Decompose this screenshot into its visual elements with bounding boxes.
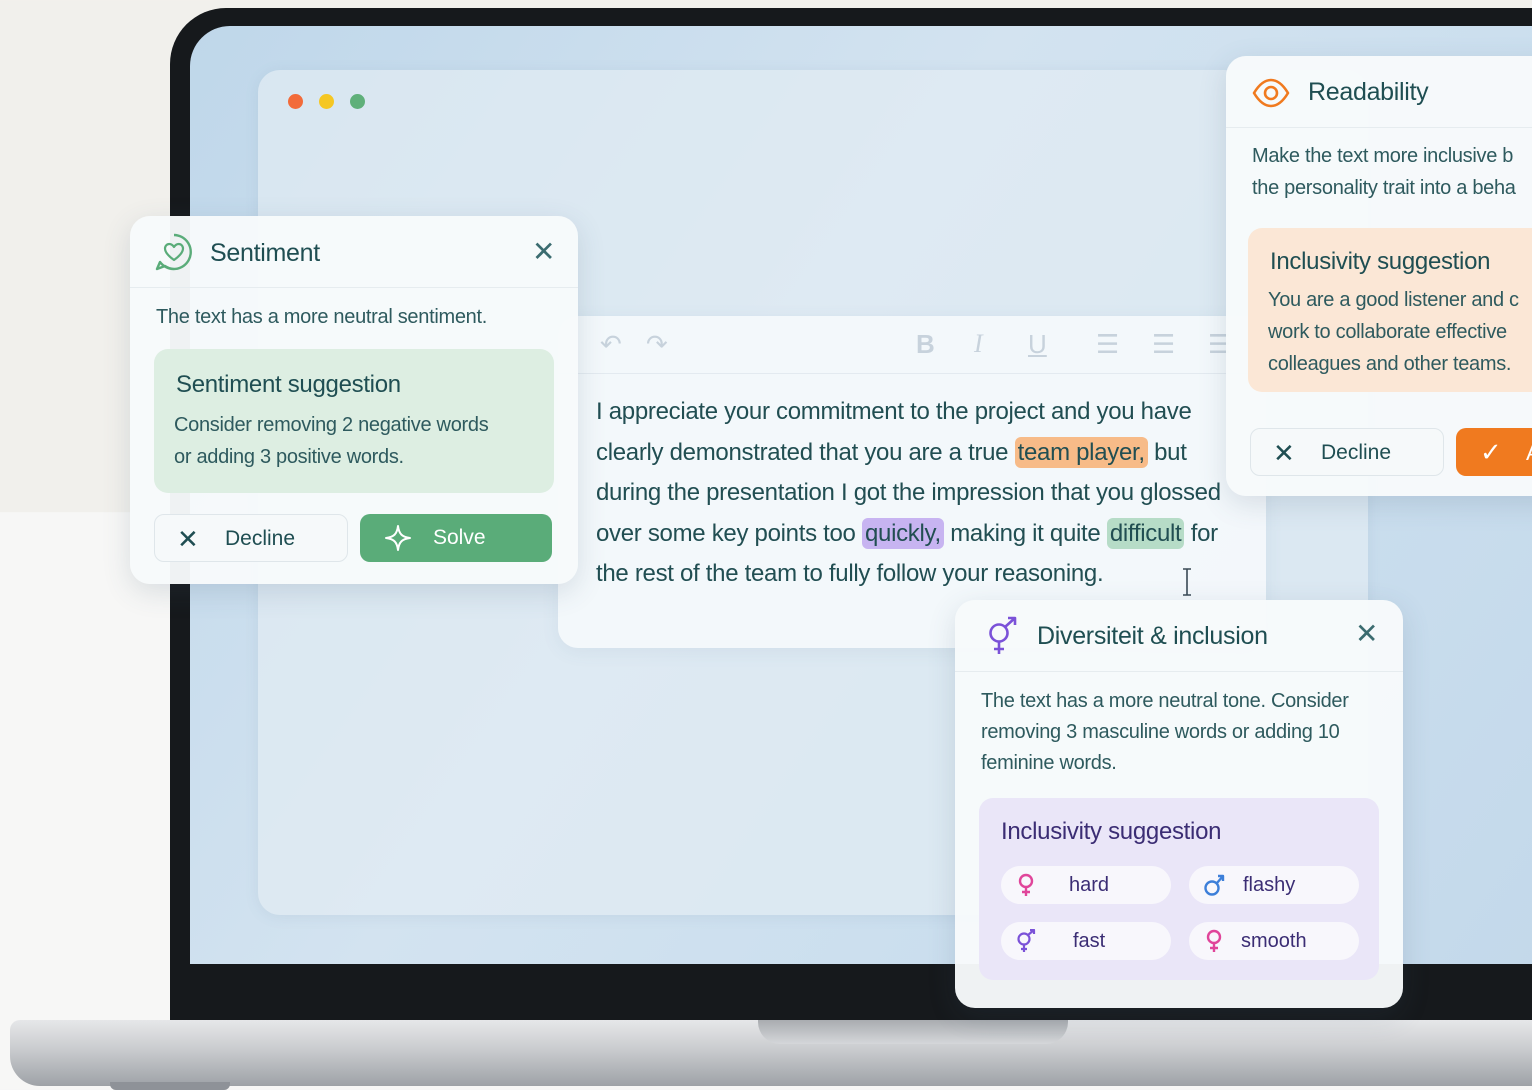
readability-suggestion-line: colleagues and other teams. [1268,353,1512,375]
sentiment-suggestion-line: or adding 3 positive words. [174,446,404,468]
text-cursor-icon [1183,568,1191,596]
sentiment-panel: Sentiment ✕ The text has a more neutral … [130,216,578,584]
laptop-foot [110,1082,230,1090]
align-center-icon[interactable]: ☰ [1152,328,1175,360]
word-chip[interactable]: hard [1001,866,1171,904]
female-icon [1206,929,1222,952]
accept-label: A [1526,440,1532,466]
diversity-suggestion-box: Inclusivity suggestion hard flashy fast [979,798,1379,980]
male-icon [1204,874,1225,896]
highlight-quickly[interactable]: quickly, [861,517,944,549]
decline-label: Decline [1321,441,1392,464]
readability-panel: Readability Make the text more inclusive… [1226,56,1532,496]
diversity-description: The text has a more neutral tone. Consid… [981,690,1349,774]
solve-label: Solve [433,526,486,549]
word-chip[interactable]: smooth [1189,922,1359,960]
check-icon: ✓ [1480,437,1502,467]
window-close-button[interactable] [288,94,303,109]
window-maximize-button[interactable] [350,94,365,109]
sparkle-icon [385,525,411,551]
chip-label: hard [1069,874,1110,896]
laptop-notch [758,1020,1068,1044]
female-icon [1018,873,1034,896]
close-icon: ✕ [1273,438,1295,468]
underline-button[interactable]: U [1028,328,1047,360]
readability-suggestion-box: Inclusivity suggestion You are a good li… [1248,228,1532,392]
readability-description-line: Make the text more inclusive b [1252,145,1514,167]
readability-decline-button[interactable]: ✕ Decline [1250,428,1444,476]
diversity-header: Diversiteit & inclusion ✕ [955,600,1403,672]
diversity-suggestion-title: Inclusivity suggestion [1001,818,1222,845]
highlight-difficult[interactable]: difficult [1106,517,1185,549]
gender-neutral-icon [989,616,1017,654]
readability-description: Make the text more inclusive b the perso… [1252,140,1516,204]
align-left-icon[interactable]: ☰ [1096,328,1119,360]
decline-label: Decline [225,527,296,550]
window-controls [288,94,365,109]
chip-label: flashy [1243,874,1296,896]
editor-content[interactable]: I appreciate your commitment to the proj… [596,392,1256,595]
text-segment: making it quite [943,519,1107,547]
sentiment-solve-button[interactable]: Solve [360,514,552,562]
diversity-close-icon[interactable]: ✕ [1355,620,1378,648]
gender-neutral-icon [1017,929,1036,952]
readability-suggestion-title: Inclusivity suggestion [1270,248,1491,275]
chip-label: smooth [1241,930,1307,952]
sentiment-suggestion-body: Consider removing 2 negative words or ad… [174,409,489,473]
readability-header: Readability [1226,56,1532,128]
undo-icon[interactable]: ↶ [600,328,622,360]
diversity-panel: Diversiteit & inclusion ✕ The text has a… [955,600,1403,1008]
sentiment-suggestion-title: Sentiment suggestion [176,371,401,398]
readability-suggestion-line: You are a good listener and c [1268,289,1519,311]
diversity-title: Diversiteit & inclusion [1037,622,1268,650]
readability-accept-button[interactable]: ✓ A [1456,428,1532,476]
readability-suggestion-body: You are a good listener and c work to co… [1268,284,1519,380]
close-icon: ✕ [177,524,199,554]
sentiment-header: Sentiment ✕ [130,216,578,288]
heart-chat-icon [155,233,192,271]
sentiment-suggestion-line: Consider removing 2 negative words [174,414,489,436]
sentiment-close-icon[interactable]: ✕ [532,238,555,266]
redo-icon[interactable]: ↷ [646,328,668,360]
readability-suggestion-line: work to collaborate effective [1268,321,1507,343]
bold-button[interactable]: B [916,328,935,360]
sentiment-decline-button[interactable]: ✕ Decline [154,514,348,562]
italic-button[interactable]: I [974,328,983,360]
sentiment-suggestion-box: Sentiment suggestion Consider removing 2… [154,349,554,493]
word-chip[interactable]: fast [1001,922,1171,960]
readability-title: Readability [1308,78,1429,106]
readability-description-line: the personality trait into a beha [1252,177,1516,199]
editor-toolbar: ↶ ↷ B I U ☰ ☰ ☰ [558,316,1266,374]
window-minimize-button[interactable] [319,94,334,109]
word-chip[interactable]: flashy [1189,866,1359,904]
sentiment-title: Sentiment [210,239,320,267]
eye-icon [1252,78,1290,108]
text-editor: ↶ ↷ B I U ☰ ☰ ☰ I appreciate your commit… [558,316,1266,648]
chip-label: fast [1073,930,1106,952]
sentiment-description: The text has a more neutral sentiment. [156,306,487,328]
highlight-team-player[interactable]: team player, [1014,436,1148,468]
